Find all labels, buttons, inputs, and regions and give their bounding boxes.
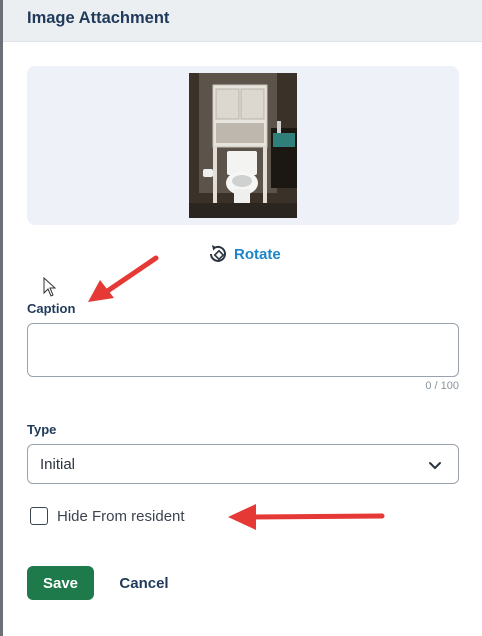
attachment-image [189, 73, 297, 218]
hide-from-resident-label[interactable]: Hide From resident [57, 508, 185, 525]
type-selected-value: Initial [40, 456, 76, 473]
mouse-pointer-icon [43, 277, 57, 297]
hide-from-resident-checkbox[interactable] [30, 507, 48, 525]
image-preview-panel [27, 66, 459, 225]
rotate-label: Rotate [234, 245, 281, 263]
rotate-button[interactable]: Rotate [207, 243, 281, 265]
save-button[interactable]: Save [27, 566, 94, 600]
annotation-arrow-checkbox [228, 504, 385, 530]
caption-char-counter: 0 / 100 [425, 380, 459, 392]
cancel-button[interactable]: Cancel [112, 566, 176, 600]
type-label: Type [27, 422, 57, 437]
chevron-down-icon [429, 462, 441, 469]
rotate-icon [207, 243, 229, 265]
type-dropdown[interactable]: Initial [27, 444, 459, 484]
dialog-header: Image Attachment [3, 0, 482, 42]
annotation-arrow-caption [88, 255, 159, 302]
window-edge [0, 0, 3, 636]
caption-input[interactable] [27, 323, 459, 377]
caption-label: Caption [27, 301, 76, 316]
dialog-title: Image Attachment [27, 9, 170, 27]
hide-from-resident-row[interactable]: Hide From resident [30, 506, 185, 526]
